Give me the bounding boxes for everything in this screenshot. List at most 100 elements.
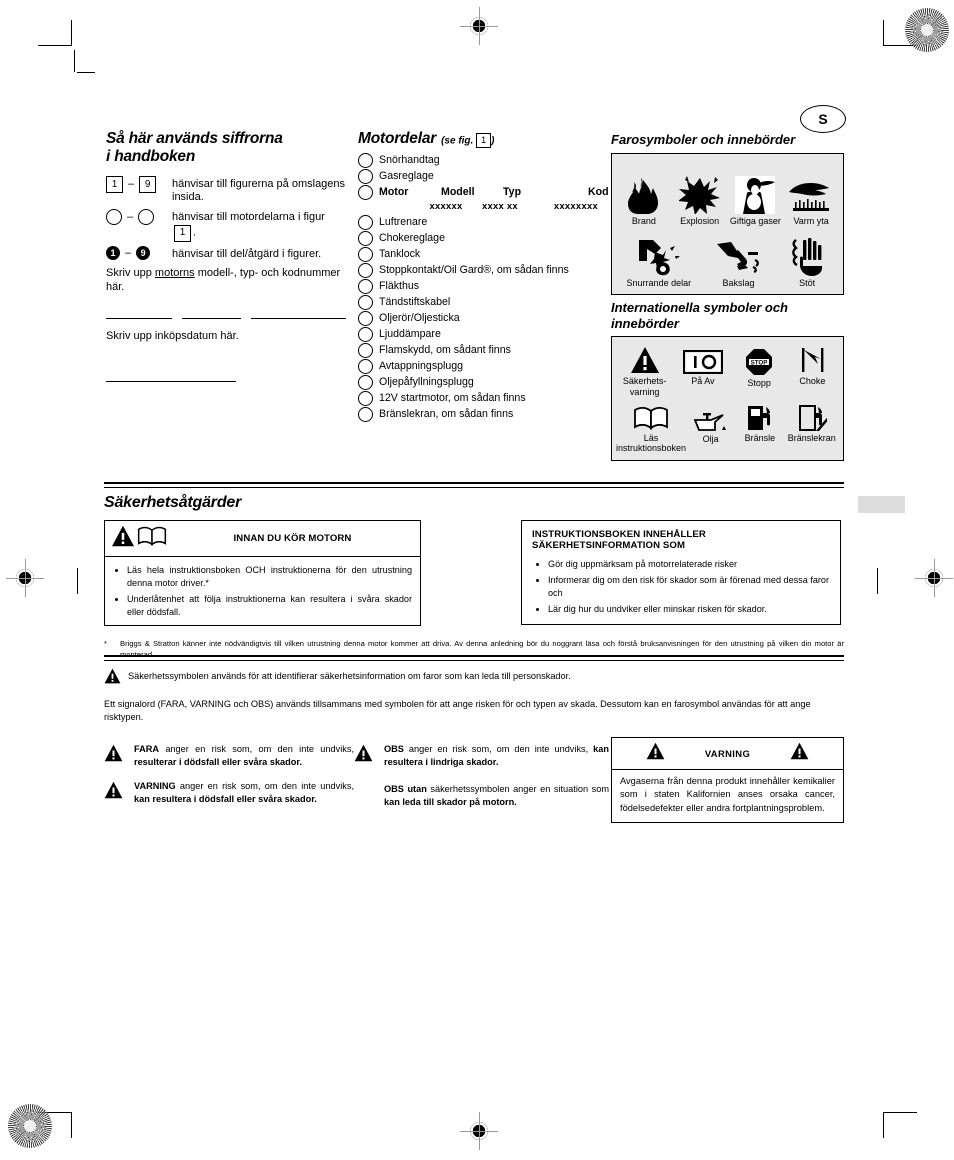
motor-value-model: xxxxxx [429, 200, 463, 212]
oil-can-icon [686, 408, 735, 432]
crop-mark-tl-h [38, 45, 72, 47]
part-label: Bränslekran, om sådan finns [379, 408, 514, 421]
code-number-line[interactable] [251, 317, 346, 320]
gray-density-swatch [858, 496, 905, 513]
rotating-parts-icon [618, 236, 700, 276]
legend-row-parts: – hänvisar till motordelarna i figur 1. [106, 209, 346, 242]
california-warning-body: Avgaserna från denna produkt innehåller … [620, 775, 835, 813]
part-label: Oljepåfyllningsplugg [379, 376, 474, 389]
part-item: Flamskydd, om sådant finns [358, 343, 598, 359]
california-warning-header: VARNING [612, 738, 843, 770]
legend-row-figures: 1 – 9 hänvisar till figurerna på omslage… [106, 175, 346, 206]
write-model-instruction: Skriv upp motorns modell-, typ- och kodn… [106, 266, 341, 294]
crop-mark-tr-v [883, 20, 885, 46]
part-item: Snörhandtag [358, 153, 598, 169]
part-item: Gasreglage [358, 169, 598, 185]
legend-dash: – [125, 246, 132, 259]
safety-symbol-intro: Säkerhetssymbolen används för att identi… [104, 668, 844, 689]
model-number-line[interactable] [106, 317, 172, 320]
part-item: Fläkthus [358, 279, 598, 295]
signal-words-section: Säkerhetssymbolen används för att identi… [104, 668, 844, 824]
signal-word: FARA [134, 743, 160, 754]
open-book-icon [616, 403, 686, 431]
definition-obs: OBS anger en risk som, om den inte undvi… [354, 743, 609, 769]
definition-text: VARNING anger en risk som, om den inte u… [134, 780, 354, 806]
hazard-symbol-hot-surface: Varm yta [783, 174, 839, 226]
part-circle-icon [358, 153, 373, 169]
international-symbol-label: Choke [799, 376, 826, 387]
definition-varning: VARNING anger en risk som, om den inte u… [104, 780, 354, 806]
international-symbol-fuel-shutoff: Bränslekran [784, 403, 839, 443]
legend-text-figures: hänvisar till figurerna på omslagens ins… [172, 177, 346, 204]
safety-alert-triangle-icon [646, 742, 665, 765]
hazard-symbol-label: Varm yta [793, 215, 829, 226]
international-symbol-label: Bränsle [744, 432, 776, 443]
california-warning-heading: VARNING [704, 747, 751, 759]
legend-text-parts-after: . [193, 226, 197, 239]
type-number-line[interactable] [181, 317, 242, 320]
crop-mark-tl-v [71, 20, 73, 46]
part-circle-icon [358, 343, 373, 359]
definitions-right: OBS anger en risk som, om den inte undvi… [354, 743, 609, 823]
crop-mark-tl2-h [77, 72, 95, 74]
kickback-icon [703, 236, 773, 276]
svg-text:STOP: STOP [751, 360, 768, 367]
legend-filled-to: 9 [136, 245, 151, 260]
choke-icon [786, 346, 838, 374]
part-label: Ljuddämpare [379, 328, 441, 341]
manual-page: S Så här används siffrorna i handboken 1… [0, 0, 954, 1160]
part-circle-icon [358, 311, 373, 327]
hazard-symbol-electric-shock: Stöt [777, 236, 837, 288]
part-item: Oljerör/Oljesticka [358, 311, 598, 327]
hot-surface-icon [783, 174, 839, 214]
signal-word: OBS [384, 743, 404, 754]
motor-header-row: Motor Modell Typ Kod [379, 185, 609, 200]
star-target-top-right [905, 8, 949, 52]
part-circle-icon [358, 247, 373, 263]
safety-box-before-start: INNAN DU KÖR MOTORN Läs hela instruktion… [104, 519, 421, 626]
crop-mark-tl2-v [74, 50, 76, 72]
international-symbol-label: På Av [691, 376, 715, 387]
hazard-symbol-toxic-fumes: Giftiga gaser [728, 164, 784, 226]
part-circle-icon [358, 279, 373, 295]
safety-bullet: Läs hela instruktionsboken OCH instrukti… [127, 564, 412, 590]
fuel-shutoff-icon [784, 403, 839, 431]
hazard-symbol-fire: Brand [616, 174, 672, 226]
part-label: Luftrenare [379, 216, 428, 229]
numbering-section: Så här används siffrorna i handboken 1 –… [106, 130, 346, 383]
part-item: Oljepåfyllningsplugg [358, 375, 598, 391]
registration-target-bottom [460, 1112, 498, 1150]
part-circle-icon [358, 169, 373, 185]
purchase-date-line[interactable] [106, 380, 236, 383]
part-item: Chokereglage [358, 231, 598, 247]
safety-alert-triangle-icon [111, 525, 137, 552]
part-label: 12V startmotor, om sådan finns [379, 392, 526, 405]
part-circle-icon [358, 215, 373, 231]
hazard-symbols-section: Farosymboler och innebörder Brand Explos… [611, 132, 844, 295]
part-label: Tändstiftskabel [379, 296, 451, 309]
international-symbol-read-manual: Läs instruktionsboken [616, 403, 686, 454]
open-book-icon [137, 525, 171, 552]
legend-row-actions: 1 – 9 hänvisar till del/åtgärd i figurer… [106, 245, 346, 262]
hazard-symbols-row-2: Snurrande delar Bakslag Stöt [616, 236, 839, 288]
legend-text-actions: hänvisar till del/åtgärd i figurer. [172, 247, 322, 260]
hazard-symbol-label: Bakslag [722, 277, 755, 288]
definition-bold: kan leda till skador på motorn. [384, 796, 517, 807]
part-label: Fläkthus [379, 280, 420, 293]
part-label: Stoppkontakt/Oil Gard®, om sådan finns [379, 264, 569, 277]
parts-title-note: (se fig. 1) [441, 132, 494, 148]
legend-dash: – [128, 178, 135, 191]
hazard-symbols-row-1: Brand Explosion Giftiga gaser Varm yta [616, 162, 839, 226]
locale-badge-label: S [818, 111, 828, 127]
registration-target-left [6, 559, 44, 597]
legend-text-parts-before: hänvisar till motordelarna i figur [172, 211, 325, 224]
registration-target-top [460, 7, 498, 45]
crop-mark-br-v [883, 1112, 885, 1138]
crop-mark-br-h [883, 1112, 917, 1114]
international-symbol-on-off: På Av [674, 344, 732, 386]
international-symbols-title: Internationella symboler och innebörder [611, 300, 844, 331]
on-off-icon [674, 344, 732, 375]
definition-fara: FARA anger en risk som, om den inte undv… [104, 743, 354, 769]
safety-bullet: Underlåtenhet att följa instruktionerna … [127, 593, 412, 619]
hazard-symbols-title: Farosymboler och innebörder [611, 132, 796, 147]
